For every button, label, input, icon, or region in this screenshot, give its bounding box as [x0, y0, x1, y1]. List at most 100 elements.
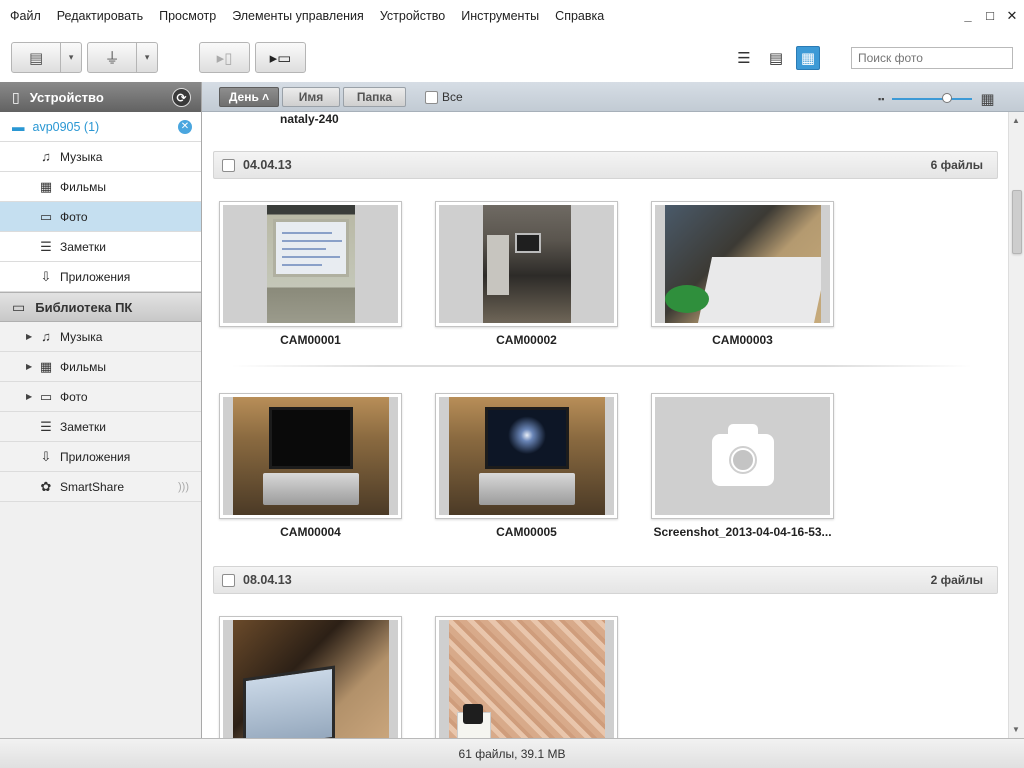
apps-icon: ⇩	[40, 268, 52, 284]
list-view-icon[interactable]: ☰	[732, 46, 756, 70]
apps-icon: ⇩	[40, 448, 52, 464]
photo-icon: ▭	[39, 388, 53, 404]
photo-tile[interactable]: CAM00004	[219, 393, 402, 539]
sidebar-item-movies[interactable]: ▦ Фильмы	[0, 172, 201, 202]
large-thumbnails-icon[interactable]: ▦	[980, 90, 994, 108]
photo-image	[664, 205, 821, 323]
grid-view-icon[interactable]: ▦	[796, 46, 820, 70]
group-checkbox[interactable]	[222, 158, 235, 172]
library-item-photos[interactable]: ▶ ▭ Фото	[0, 382, 201, 412]
backup-button[interactable]: ▤	[12, 43, 62, 72]
photo-thumbnail[interactable]	[219, 393, 402, 519]
group-checkbox[interactable]	[222, 573, 235, 587]
photo-tile[interactable]: CAM00002	[435, 201, 618, 347]
photo-tile[interactable]: Screenshot_2013-04-04-16-53...	[651, 393, 834, 539]
sidebar-item-label: Приложения	[60, 269, 131, 284]
sort-by-name-button[interactable]: Имя	[282, 87, 340, 107]
chevron-down-icon: ▾	[144, 52, 150, 62]
menu-tools[interactable]: Инструменты	[461, 9, 539, 23]
zoom-slider-handle[interactable]	[941, 93, 952, 103]
photo-tile[interactable]	[219, 616, 402, 738]
refresh-icon[interactable]: ⟳	[172, 88, 191, 107]
disconnect-icon[interactable]: ✕	[178, 120, 192, 134]
library-header[interactable]: ▭ Библиотека ПК	[0, 292, 201, 322]
device-entry[interactable]: ▬ avp0905 (1) ✕	[0, 112, 201, 142]
photo-thumbnail[interactable]	[219, 201, 402, 327]
photo-caption: CAM00001	[280, 333, 341, 347]
menu-help[interactable]: Справка	[555, 9, 604, 23]
connected-device-icon: ▬	[12, 119, 25, 134]
photo-thumbnail[interactable]	[651, 201, 834, 327]
photo-thumbnail[interactable]	[435, 201, 618, 327]
library-item-music[interactable]: ▶ ♫ Музыка	[0, 322, 201, 352]
menu-device[interactable]: Устройство	[380, 9, 445, 23]
sidebar-item-music[interactable]: ♫ Музыка	[0, 142, 201, 172]
scroll-down-icon[interactable]: ▼	[1012, 725, 1020, 734]
computer-icon: ▭	[12, 298, 26, 315]
notes-icon: ☰	[40, 418, 52, 434]
expand-arrow-icon[interactable]: ▶	[26, 392, 32, 401]
status-text: 61 файлы, 39.1 MB	[458, 746, 566, 761]
library-item-smartshare[interactable]: ✿ SmartShare )))	[0, 472, 201, 502]
sort-filter-bar: День ˄ Имя Папка Все ▪▪ ▦	[202, 82, 1024, 112]
search-input[interactable]	[851, 47, 1013, 69]
menu-file[interactable]: Файл	[10, 9, 41, 23]
menu-bar: Файл Редактировать Просмотр Элементы упр…	[0, 0, 1024, 32]
scrollbar-thumb[interactable]	[1012, 190, 1022, 254]
photo-placeholder	[655, 397, 830, 515]
minimize-button[interactable]: _	[962, 8, 974, 24]
date-group-header[interactable]: 04.04.13 6 файлы	[213, 151, 998, 179]
photo-tile[interactable]: CAM00003	[651, 201, 834, 347]
date-group-header[interactable]: 08.04.13 2 файлы	[213, 566, 998, 594]
sort-by-day-button[interactable]: День ˄	[219, 87, 279, 107]
photo-image	[266, 205, 355, 323]
menu-controls[interactable]: Элементы управления	[232, 9, 364, 23]
photo-tile[interactable]	[435, 616, 618, 738]
expand-arrow-icon[interactable]: ▶	[26, 362, 32, 371]
library-item-movies[interactable]: ▶ ▦ Фильмы	[0, 352, 201, 382]
photo-caption: CAM00002	[496, 333, 557, 347]
backup-dropdown[interactable]: ▾	[61, 43, 81, 72]
sidebar-item-notes[interactable]: ☰ Заметки	[0, 232, 201, 262]
photo-thumbnail[interactable]	[651, 393, 834, 519]
device-header-label: Устройство	[29, 89, 104, 105]
select-all-checkbox[interactable]	[425, 90, 438, 104]
detail-view-icon[interactable]: ▤	[764, 46, 788, 70]
sidebar-item-photos[interactable]: ▭ Фото	[0, 202, 201, 232]
photo-caption: CAM00005	[496, 525, 557, 539]
group-date: 04.04.13	[243, 158, 292, 172]
photo-tile[interactable]: CAM00005	[435, 393, 618, 539]
transfer-to-pc-button[interactable]: ▸▭	[255, 42, 306, 73]
library-item-apps[interactable]: ⇩ Приложения	[0, 442, 201, 472]
photo-image	[232, 620, 389, 738]
device-name: avp0905 (1)	[32, 119, 100, 134]
menu-edit[interactable]: Редактировать	[57, 9, 143, 23]
usb-dropdown[interactable]: ▾	[137, 43, 157, 72]
photo-thumbnail[interactable]	[219, 616, 402, 738]
select-all[interactable]: Все	[425, 90, 463, 104]
vertical-scrollbar[interactable]: ▲ ▼	[1008, 112, 1024, 738]
zoom-slider[interactable]	[892, 93, 973, 103]
music-icon: ♫	[41, 329, 51, 344]
window-controls: _ □ ✕	[962, 8, 1018, 24]
photo-grid: nataly-240 04.04.13 6 файлы CAM00001 CAM…	[202, 112, 1008, 738]
photo-thumbnail[interactable]	[435, 393, 618, 519]
sidebar-item-apps[interactable]: ⇩ Приложения	[0, 262, 201, 292]
device-header[interactable]: ▯ Устройство ⟳	[0, 82, 201, 112]
scroll-up-icon[interactable]: ▲	[1012, 116, 1020, 125]
smartshare-icon: ✿	[40, 478, 52, 494]
transfer-to-phone-button[interactable]: ▸▯	[199, 42, 250, 73]
menu-view[interactable]: Просмотр	[159, 9, 216, 23]
library-header-label: Библиотека ПК	[35, 299, 133, 315]
zoom-control: ▪▪ ▦	[878, 90, 995, 108]
photo-thumbnail[interactable]	[435, 616, 618, 738]
usb-button[interactable]: ⏚	[88, 43, 138, 72]
sort-by-folder-button[interactable]: Папка	[343, 87, 406, 107]
photo-tile[interactable]: CAM00001	[219, 201, 402, 347]
small-thumbnails-icon[interactable]: ▪▪	[878, 94, 884, 104]
film-icon: ▦	[39, 178, 53, 194]
close-button[interactable]: ✕	[1006, 8, 1018, 24]
expand-arrow-icon[interactable]: ▶	[26, 332, 32, 341]
library-item-notes[interactable]: ☰ Заметки	[0, 412, 201, 442]
maximize-button[interactable]: □	[984, 8, 996, 24]
